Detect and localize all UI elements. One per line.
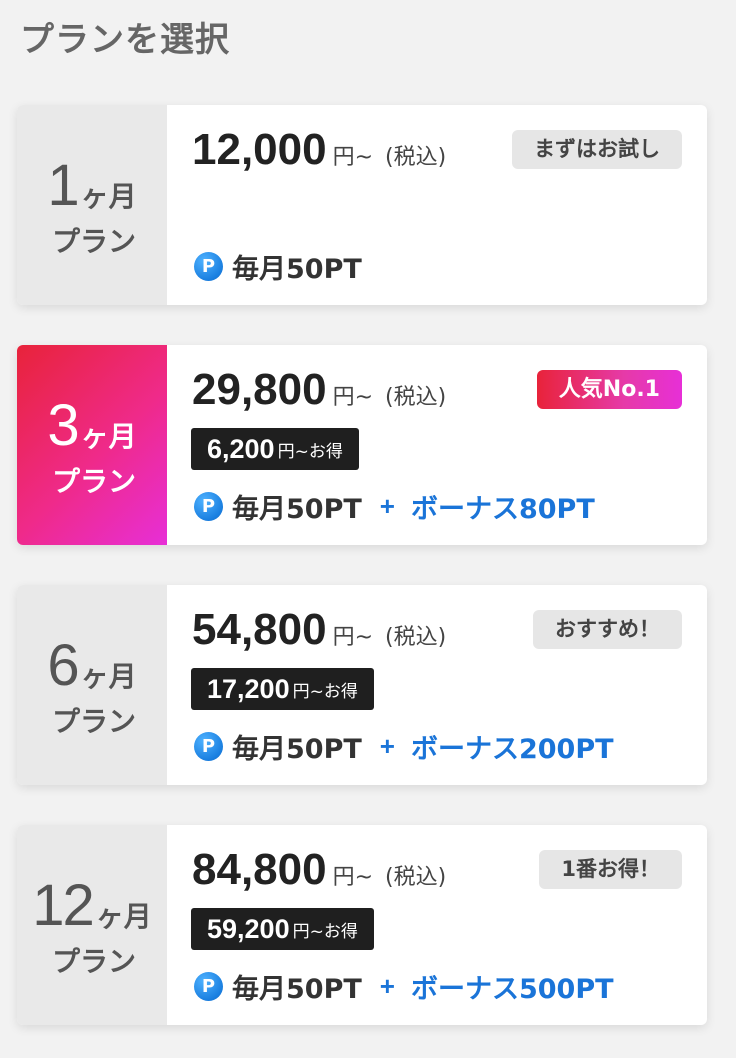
price-unit: 円~ <box>332 145 374 170</box>
plan-months-unit: ヶ月 <box>95 900 152 933</box>
price-unit: 円~ <box>332 625 374 650</box>
tax-note: (税込) <box>385 865 447 890</box>
plan-card-1-month[interactable]: 1 ヶ月 プラン 12,000 円~ (税込) まずはお試し P 毎月50PT <box>17 105 707 305</box>
plan-card-6-month[interactable]: 6 ヶ月 プラン 54,800 円~ (税込) おすすめ！ 17,200 円~お… <box>17 585 707 785</box>
price-row: 54,800 円~ (税込) <box>192 605 446 655</box>
plan-badge-popular: 人気No.1 <box>536 370 682 409</box>
plan-months-unit: ヶ月 <box>80 180 137 213</box>
plan-duration: 3 ヶ月 <box>17 397 167 455</box>
savings-tag: 6,200 円~お得 <box>191 428 359 470</box>
plan-details: 29,800 円~ (税込) 人気No.1 6,200 円~お得 P 毎月50P… <box>167 345 707 545</box>
plan-months-unit: ヶ月 <box>80 420 137 453</box>
plan-badge: まずはお試し <box>512 130 682 169</box>
monthly-points: 毎月50PT <box>232 494 362 525</box>
plan-label: プラン <box>51 705 136 738</box>
plan-label: プラン <box>51 465 136 498</box>
savings-amount: 59,200 <box>207 913 290 944</box>
savings-suffix: 円~お得 <box>292 681 358 702</box>
plan-duration-panel: 12 ヶ月 プラン <box>17 825 167 1025</box>
points-row: P 毎月50PT + ボーナス500PT <box>194 967 614 1006</box>
plan-months-number: 6 <box>47 633 79 698</box>
bonus-points: ボーナス500PT <box>410 974 614 1005</box>
plan-duration: 6 ヶ月 <box>17 637 167 695</box>
plan-card-12-month[interactable]: 12 ヶ月 プラン 84,800 円~ (税込) 1番お得！ 59,200 円~… <box>17 825 707 1025</box>
plus-sign: + <box>379 731 395 761</box>
points-row: P 毎月50PT + ボーナス200PT <box>194 727 614 766</box>
plan-duration: 12 ヶ月 <box>17 877 167 935</box>
plan-duration-panel: 3 ヶ月 プラン <box>17 345 167 545</box>
tax-note: (税込) <box>385 145 447 170</box>
plan-price: 84,800 <box>192 845 327 894</box>
savings-tag: 59,200 円~お得 <box>191 908 374 950</box>
points-p-icon: P <box>194 252 223 281</box>
price-unit: 円~ <box>332 865 374 890</box>
tax-note: (税込) <box>385 385 447 410</box>
plan-duration-panel: 1 ヶ月 プラン <box>17 105 167 305</box>
points-row: P 毎月50PT + ボーナス80PT <box>194 487 595 526</box>
plan-label: プラン <box>51 225 136 258</box>
bonus-points: ボーナス80PT <box>410 494 595 525</box>
plan-card-3-month[interactable]: 3 ヶ月 プラン 29,800 円~ (税込) 人気No.1 6,200 円~お… <box>17 345 707 545</box>
savings-tag: 17,200 円~お得 <box>191 668 374 710</box>
points-p-icon: P <box>194 732 223 761</box>
plan-price: 54,800 <box>192 605 327 654</box>
plan-months-number: 1 <box>47 153 79 218</box>
plan-price: 12,000 <box>192 125 327 174</box>
monthly-points: 毎月50PT <box>232 254 362 285</box>
plan-price: 29,800 <box>192 365 327 414</box>
savings-amount: 17,200 <box>207 673 290 704</box>
price-unit: 円~ <box>332 385 374 410</box>
plan-badge: おすすめ！ <box>533 610 682 649</box>
price-row: 12,000 円~ (税込) <box>192 125 446 175</box>
plan-label: プラン <box>51 945 136 978</box>
plan-months-unit: ヶ月 <box>80 660 137 693</box>
monthly-points: 毎月50PT <box>232 734 362 765</box>
plan-months-number: 12 <box>32 873 94 938</box>
monthly-points: 毎月50PT <box>232 974 362 1005</box>
bonus-points: ボーナス200PT <box>410 734 614 765</box>
points-p-icon: P <box>194 492 223 521</box>
points-p-icon: P <box>194 972 223 1001</box>
plan-details: 84,800 円~ (税込) 1番お得！ 59,200 円~お得 P 毎月50P… <box>167 825 707 1025</box>
points-row: P 毎月50PT <box>194 247 362 286</box>
plan-duration: 1 ヶ月 <box>17 157 167 215</box>
plus-sign: + <box>379 971 395 1001</box>
plan-details: 54,800 円~ (税込) おすすめ！ 17,200 円~お得 P 毎月50P… <box>167 585 707 785</box>
savings-amount: 6,200 <box>207 433 275 464</box>
plan-months-number: 3 <box>47 393 79 458</box>
price-row: 84,800 円~ (税込) <box>192 845 446 895</box>
tax-note: (税込) <box>385 625 447 650</box>
plus-sign: + <box>379 491 395 521</box>
plan-duration-panel: 6 ヶ月 プラン <box>17 585 167 785</box>
price-row: 29,800 円~ (税込) <box>192 365 446 415</box>
savings-suffix: 円~お得 <box>277 441 343 462</box>
savings-suffix: 円~お得 <box>292 921 358 942</box>
plan-badge: 1番お得！ <box>539 850 682 889</box>
page-title: プランを選択 <box>20 20 230 60</box>
plan-details: 12,000 円~ (税込) まずはお試し P 毎月50PT <box>167 105 707 305</box>
